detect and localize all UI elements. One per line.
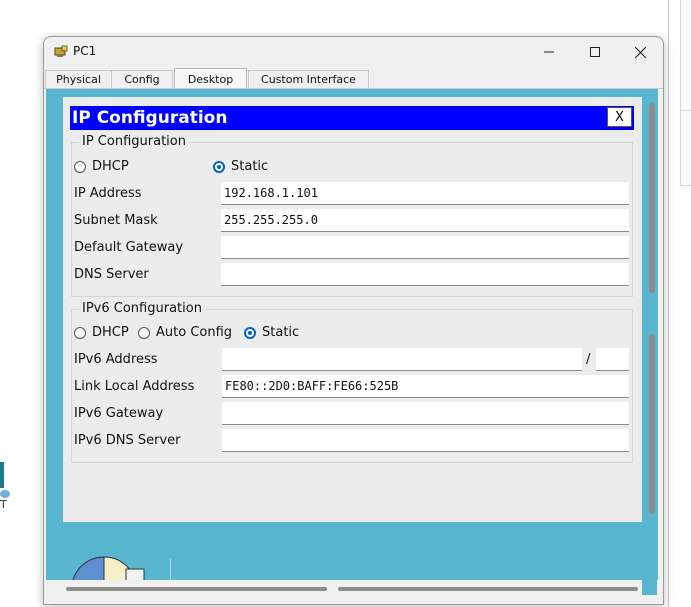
- default-gateway-label: Default Gateway: [74, 240, 184, 255]
- radio-selected-icon: [244, 326, 256, 339]
- radio-label: DHCP: [92, 325, 129, 340]
- scroll-corner: [642, 580, 657, 595]
- ipv6-address-label: IPv6 Address: [74, 352, 158, 367]
- dns-server-label: DNS Server: [74, 267, 149, 282]
- background-scrollbar[interactable]: [680, 0, 691, 186]
- minimize-button[interactable]: [526, 37, 572, 67]
- maximize-button[interactable]: [572, 37, 618, 67]
- minimize-icon: [544, 47, 554, 57]
- ip-address-label: IP Address: [74, 186, 142, 201]
- tab-custom-interface[interactable]: Custom Interface: [248, 70, 369, 88]
- radio-label: Static: [262, 325, 300, 340]
- ipv6-dns-server-input[interactable]: [222, 429, 629, 452]
- ipv6-static-radio[interactable]: Static: [244, 325, 299, 340]
- ipv6-dns-server-label: IPv6 DNS Server: [74, 433, 181, 448]
- ip-configuration-panel: IP Configuration X IP Configuration DHCP…: [63, 97, 642, 522]
- pc1-window: PC1 Physical Config Desktop Custom Inter…: [43, 36, 664, 605]
- ipv6-auto-config-radio[interactable]: Auto Config: [138, 325, 232, 340]
- maximize-icon: [590, 47, 600, 57]
- ipv6-address-input[interactable]: [222, 348, 582, 371]
- panel-header: IP Configuration X: [70, 106, 634, 130]
- background-desktop-icon: T: [0, 462, 12, 511]
- panel-title: IP Configuration: [72, 108, 228, 128]
- horizontal-scrollbar-left[interactable]: [66, 587, 327, 591]
- tab-config[interactable]: Config: [111, 70, 173, 88]
- ipv6-gateway-input[interactable]: [222, 402, 629, 425]
- background-divider: [668, 0, 669, 607]
- link-local-address-label: Link Local Address: [74, 379, 195, 394]
- window-title: PC1: [73, 44, 97, 58]
- ipv6-prefix-separator: /: [586, 352, 591, 367]
- tab-physical[interactable]: Physical: [45, 70, 112, 88]
- ipv6-dhcp-radio[interactable]: DHCP: [74, 325, 129, 340]
- close-icon: [634, 46, 646, 58]
- tab-desktop[interactable]: Desktop: [174, 68, 247, 89]
- panel-vertical-scrollbar-lower[interactable]: [649, 334, 655, 514]
- radio-label: DHCP: [92, 159, 129, 174]
- close-button[interactable]: [617, 37, 663, 67]
- panel-close-button[interactable]: X: [607, 107, 632, 127]
- radio-unselected-icon: [138, 326, 150, 339]
- ipv6-group-legend: IPv6 Configuration: [79, 301, 205, 316]
- ipv4-group-legend: IP Configuration: [79, 134, 189, 149]
- radio-unselected-icon: [74, 326, 86, 339]
- subnet-mask-input[interactable]: 255.255.255.0: [221, 209, 629, 232]
- background-scrollbar-thumb-edge: [680, 110, 691, 111]
- ipv4-dhcp-radio[interactable]: DHCP: [74, 159, 129, 174]
- link-local-address-input[interactable]: FE80::2D0:BAFF:FE66:525B: [222, 375, 629, 398]
- default-gateway-input[interactable]: [221, 236, 629, 259]
- ipv6-prefix-input[interactable]: [596, 348, 629, 371]
- ipv6-gateway-label: IPv6 Gateway: [74, 406, 164, 421]
- radio-selected-icon: [213, 160, 225, 173]
- app-pc-icon: [54, 44, 68, 58]
- ipv4-static-radio[interactable]: Static: [213, 159, 268, 174]
- dns-server-input[interactable]: [221, 263, 629, 286]
- title-bar[interactable]: PC1: [44, 37, 663, 67]
- desktop-area: IP Configuration X IP Configuration DHCP…: [46, 89, 658, 604]
- radio-label: Auto Config: [156, 325, 233, 340]
- radio-label: Static: [231, 159, 269, 174]
- horizontal-scrollbar-right[interactable]: [338, 587, 638, 591]
- panel-vertical-scrollbar-upper[interactable]: [649, 103, 655, 293]
- radio-unselected-icon: [74, 160, 86, 173]
- subnet-mask-label: Subnet Mask: [74, 213, 158, 228]
- desktop-app-tile[interactable]: [70, 556, 171, 604]
- ip-address-input[interactable]: 192.168.1.101: [221, 182, 629, 205]
